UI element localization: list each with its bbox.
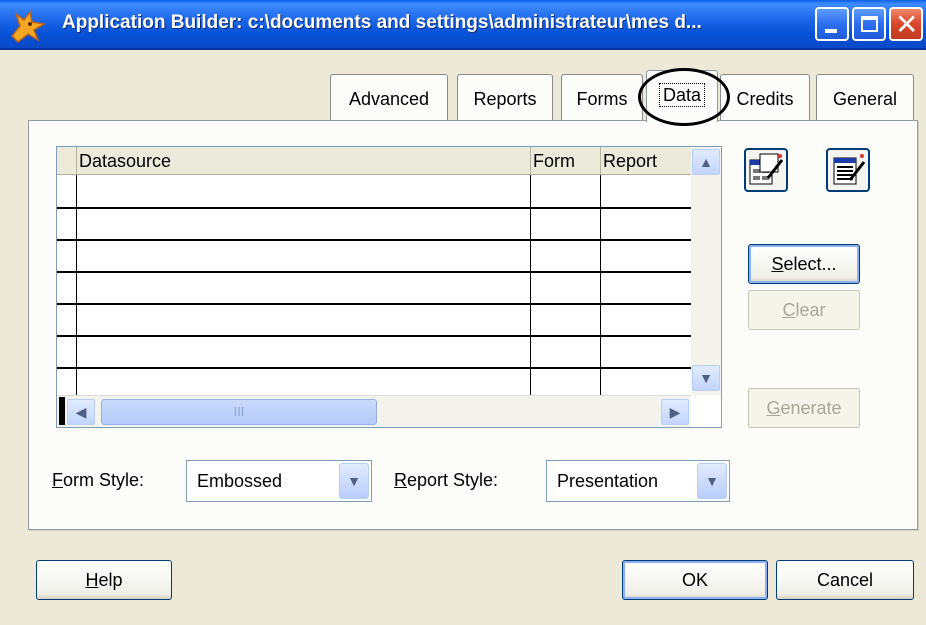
window-title: Application Builder: c:\documents and se… (62, 12, 702, 33)
select-accel: S (771, 254, 784, 274)
tab-data[interactable]: Data (646, 70, 718, 122)
horizontal-scroll-thumb[interactable]: III (101, 399, 377, 425)
tab-forms[interactable]: Forms (561, 74, 643, 120)
report-wizard-icon (833, 154, 866, 185)
grid-column-line (76, 175, 77, 395)
scroll-up-button[interactable]: ▲ (692, 149, 720, 175)
tab-advanced[interactable]: Advanced (330, 74, 448, 120)
form-wizard-icon (749, 153, 784, 185)
maximize-button[interactable] (852, 7, 886, 41)
header-corner (57, 147, 76, 175)
grid-column-line (600, 175, 601, 395)
grid-row-line (57, 367, 691, 369)
horizontal-scrollbar[interactable]: ◀ III ▶ (57, 395, 691, 427)
form-style-label-text: orm Style: (63, 470, 145, 490)
help-button[interactable]: Help (36, 560, 172, 600)
report-wizard-button[interactable] (826, 148, 870, 192)
form-style-label: Form Style: (52, 470, 144, 491)
grid-row-line (57, 271, 691, 273)
clear-label: lear (795, 300, 826, 320)
form-style-value: Embossed (197, 471, 283, 491)
ok-button[interactable]: OK (622, 560, 768, 600)
ok-label: OK (681, 570, 708, 590)
scroll-right-button[interactable]: ▶ (661, 399, 689, 425)
grid-column-line (530, 175, 531, 395)
help-accel: H (85, 570, 99, 590)
report-style-label: Report Style: (394, 470, 498, 491)
form-style-accel: F (52, 470, 63, 490)
minimize-icon (825, 29, 837, 33)
tab-credits[interactable]: Credits (720, 74, 810, 120)
chevron-left-icon: ◀ (75, 404, 87, 420)
current-row-marker (59, 397, 65, 425)
cancel-button[interactable]: Cancel (776, 560, 914, 600)
clear-accel: C (782, 300, 796, 320)
close-button[interactable]: ✕ (889, 7, 923, 41)
select-button[interactable]: Select... (748, 244, 860, 284)
generate-accel: G (766, 398, 781, 418)
tab-data-label: Data (658, 83, 706, 107)
tab-general[interactable]: General (816, 74, 914, 120)
generate-label: enerate (780, 398, 842, 418)
tab-reports-label: Reports (473, 89, 537, 109)
datasource-grid[interactable]: Datasource Form Report ▲ ▼ ◀ III ▶ (56, 146, 722, 428)
chevron-down-icon: ▼ (699, 370, 713, 386)
minimize-button[interactable] (815, 7, 849, 41)
column-header-datasource[interactable]: Datasource (76, 147, 530, 175)
scroll-down-button[interactable]: ▼ (692, 365, 720, 391)
chevron-right-icon: ▶ (669, 404, 681, 420)
title-bar: Application Builder: c:\documents and se… (0, 0, 926, 50)
form-wizard-button[interactable] (744, 148, 788, 192)
chevron-up-icon: ▲ (699, 154, 713, 170)
help-label: elp (98, 570, 123, 590)
clear-button[interactable]: Clear (748, 290, 860, 330)
form-style-select[interactable]: Embossed ▼ (186, 460, 372, 502)
tab-advanced-label: Advanced (348, 89, 430, 109)
report-style-label-text: eport Style: (407, 470, 499, 490)
report-style-accel: R (394, 470, 407, 490)
chevron-down-icon[interactable]: ▼ (339, 463, 369, 499)
grid-row-line (57, 239, 691, 241)
grid-row-line (57, 207, 691, 209)
grid-header: Datasource Form Report (57, 147, 691, 175)
cancel-label: Cancel (816, 570, 874, 590)
tab-credits-label: Credits (736, 89, 794, 109)
select-label: elect... (783, 254, 837, 274)
column-header-form[interactable]: Form (530, 147, 600, 175)
scroll-grip-icon: III (233, 404, 245, 419)
close-icon: ✕ (895, 8, 919, 41)
fox-app-icon (10, 10, 47, 44)
generate-button[interactable]: Generate (748, 388, 860, 428)
report-style-value: Presentation (557, 471, 659, 491)
scroll-left-button[interactable]: ◀ (67, 399, 95, 425)
chevron-down-icon[interactable]: ▼ (697, 463, 727, 499)
tab-reports[interactable]: Reports (457, 74, 553, 120)
maximize-icon (861, 16, 878, 32)
vertical-scrollbar[interactable]: ▲ ▼ (691, 147, 721, 395)
grid-row-line (57, 303, 691, 305)
tab-general-label: General (832, 89, 898, 109)
report-style-select[interactable]: Presentation ▼ (546, 460, 730, 502)
column-header-report[interactable]: Report (600, 147, 691, 175)
tab-forms-label: Forms (576, 89, 628, 109)
grid-row-line (57, 335, 691, 337)
